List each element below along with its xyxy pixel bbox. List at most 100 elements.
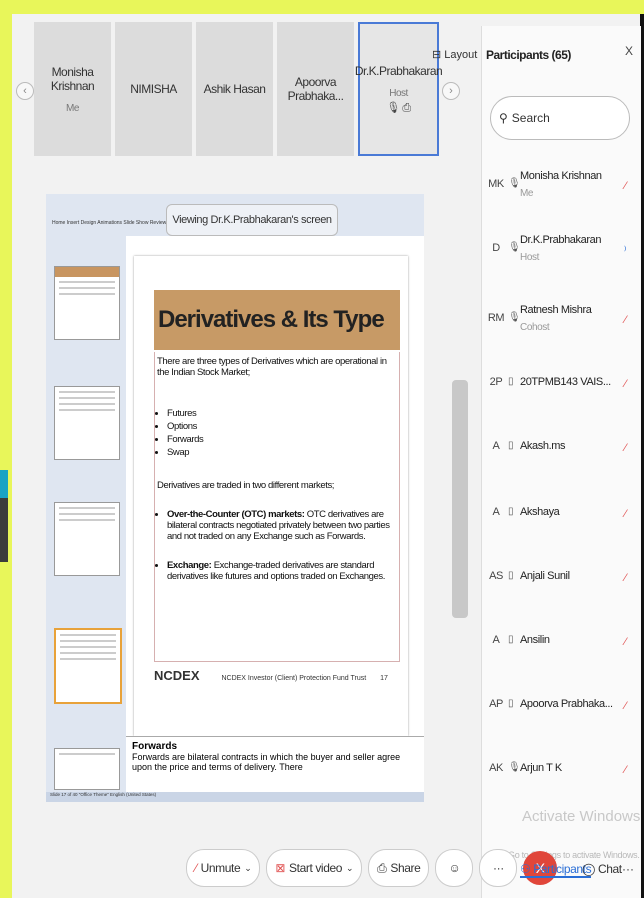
unmute-label: Unmute [200, 861, 241, 875]
participants-tab[interactable]: ⚇ Participants [520, 862, 592, 878]
avatar: A [492, 634, 500, 646]
chevron-down-icon[interactable]: ⌄ [244, 863, 252, 874]
phone-icon: ▯ [508, 506, 514, 517]
mic-muted-icon: ⁄ [624, 508, 627, 520]
avatar: AS [489, 570, 503, 582]
participant-name: Ansilin [520, 634, 550, 646]
slide-footer: NCDEX NCDEX Investor (Client) Protection… [154, 668, 400, 708]
desktop-edge [0, 0, 12, 898]
mic-muted-icon: ⁄ [624, 700, 627, 712]
mic-icon: 🎙︎ [508, 762, 521, 773]
share-icon: ⎙ [377, 860, 387, 875]
notes-title: Forwards [132, 741, 178, 752]
slide-thumb[interactable] [54, 386, 120, 460]
smiley-icon: ☺ [448, 861, 461, 875]
tile-name: Ashik Hasan [203, 82, 266, 96]
participant-name: 20TPMB143 VAIS... [520, 376, 611, 388]
avatar: A [492, 440, 500, 452]
chat-icon: ◯ [582, 862, 596, 876]
mic-icon: 🎙︎ [508, 312, 521, 323]
slide-thumbnails [46, 236, 126, 792]
slide-thumb[interactable] [54, 502, 120, 576]
start-video-button[interactable]: ⊠ Start video ⌄ [266, 849, 363, 887]
tile-name: Dr.K.Prabhakaran [354, 63, 443, 78]
otc-label: Over-the-Counter (OTC) markets: [167, 509, 305, 520]
more-options-button[interactable]: ··· [479, 849, 518, 887]
screen-scroll-handle[interactable] [452, 380, 468, 618]
participant-row[interactable]: AS ▯ Anjali Sunil ⁄ [486, 550, 636, 610]
current-slide: Derivatives & Its Type There are three t… [134, 256, 408, 736]
reactions-button[interactable]: ☺ [435, 849, 474, 887]
tile-sub: Me [66, 102, 79, 114]
tile-ashik[interactable]: Ashik Hasan [196, 22, 273, 156]
ribbon-tabs: Home Insert Design Animations Slide Show… [52, 220, 167, 226]
unmute-button[interactable]: ⁄ Unmute ⌄ [186, 849, 261, 887]
participant-name: Monisha Krishnan [520, 170, 602, 182]
search-icon: ⚲ [499, 111, 508, 125]
tile-name: Apoorva Prabhaka... [287, 75, 344, 103]
panel-title: Participants (65) [486, 48, 571, 62]
search-input[interactable]: ⚲ Search [490, 96, 630, 140]
mic-icon: 🎙︎ [508, 178, 521, 189]
tiles-next-icon[interactable]: › [442, 82, 460, 100]
chevron-down-icon[interactable]: ⌄ [346, 863, 354, 874]
tile-sub: Host [389, 87, 408, 99]
avatar: AK [489, 762, 503, 774]
tile-host[interactable]: Dr.K.Prabhakaran Host 🎙︎ ⎙ [354, 22, 443, 156]
desktop-dark-block [0, 498, 8, 562]
slide-thumb-selected[interactable] [54, 628, 122, 704]
avatar: RM [487, 312, 505, 324]
tiles-prev-icon[interactable]: ‹ [16, 82, 34, 100]
participant-row[interactable]: A ▯ Akshaya ⁄ [486, 486, 636, 546]
mic-muted-icon: ⁄ [624, 180, 627, 192]
avatar: MK [488, 178, 504, 190]
viewing-screen-label: Viewing Dr.K.Prabhakaran's screen [166, 204, 338, 236]
tile-monisha[interactable]: Monisha Krishnan Me [34, 22, 111, 156]
layout-icon: ⊟ [432, 49, 442, 61]
tile-apoorva[interactable]: Apoorva Prabhaka... [277, 22, 354, 156]
phone-icon: ▯ [508, 698, 514, 709]
derivative-types-list: Futures Options Forwards Swap [155, 408, 399, 458]
participant-row[interactable]: AK 🎙︎ Arjun T K ⁄ [486, 742, 636, 802]
participant-row[interactable]: 2P ▯ 20TPMB143 VAIS... ⁄ [486, 356, 636, 416]
participant-row[interactable]: A ▯ Akash.ms ⁄ [486, 420, 636, 480]
participant-name: Anjali Sunil [520, 570, 570, 582]
participant-row[interactable]: A ▯ Ansilin ⁄ [486, 614, 636, 674]
participant-role: Host [520, 252, 539, 263]
participants-panel: Participants (65) X ⚲ Search MK 🎙︎ Monis… [481, 26, 641, 898]
list-item: Exchange: Exchange-traded derivatives ar… [167, 560, 399, 582]
more-icon: ··· [493, 861, 504, 875]
slide-notes[interactable]: Forwards Forwards are bilateral contract… [126, 736, 424, 792]
participant-row[interactable]: RM 🎙︎ Ratnesh Mishra Cohost ⁄ [486, 292, 636, 352]
panel-more-button[interactable]: ··· [622, 862, 634, 876]
slide-thumb[interactable] [54, 748, 120, 790]
list-item: Forwards [167, 434, 399, 445]
notes-text: Forwards are bilateral contracts in whic… [132, 752, 401, 772]
chat-tab[interactable]: ◯ Chat [582, 862, 622, 876]
slide-thumb[interactable] [54, 266, 120, 340]
layout-button[interactable]: ⊟ Layout [432, 48, 477, 61]
participant-name: Akshaya [520, 506, 560, 518]
participant-row[interactable]: AP ▯ Apoorva Prabhaka... ⁄ [486, 678, 636, 738]
participant-row[interactable]: MK 🎙︎ Monisha Krishnan Me ⁄ [486, 158, 636, 218]
participant-role: Cohost [520, 322, 550, 333]
participant-name: Dr.K.Prabhakaran [520, 234, 602, 246]
mic-muted-icon: ⁄ [624, 764, 627, 776]
participant-row[interactable]: D 🎙︎ Dr.K.Prabhakaran Host ⁾ [486, 222, 636, 282]
layout-label: Layout [444, 49, 478, 61]
participant-name: Arjun T K [520, 762, 562, 774]
shared-screen[interactable]: Home Insert Design Animations Slide Show… [46, 194, 424, 802]
phone-icon: ▯ [508, 570, 514, 581]
share-button[interactable]: ⎙ Share [368, 849, 430, 887]
markets-list: Over-the-Counter (OTC) markets: OTC deri… [155, 509, 399, 582]
footer-org: NCDEX Investor (Client) Protection Fund … [221, 675, 367, 682]
chat-tab-label: Chat [597, 862, 622, 876]
slide-page-number: 17 [380, 675, 388, 682]
phone-icon: ▯ [508, 376, 514, 387]
close-icon[interactable]: X [625, 44, 633, 58]
phone-icon: ▯ [508, 634, 514, 645]
avatar: 2P [489, 376, 503, 388]
search-placeholder: Search [511, 111, 550, 125]
tile-nimisha[interactable]: NIMISHA [115, 22, 192, 156]
meeting-toolbar: ⁄ Unmute ⌄ ⊠ Start video ⌄ ⎙ Share ☺ ···… [186, 844, 558, 892]
